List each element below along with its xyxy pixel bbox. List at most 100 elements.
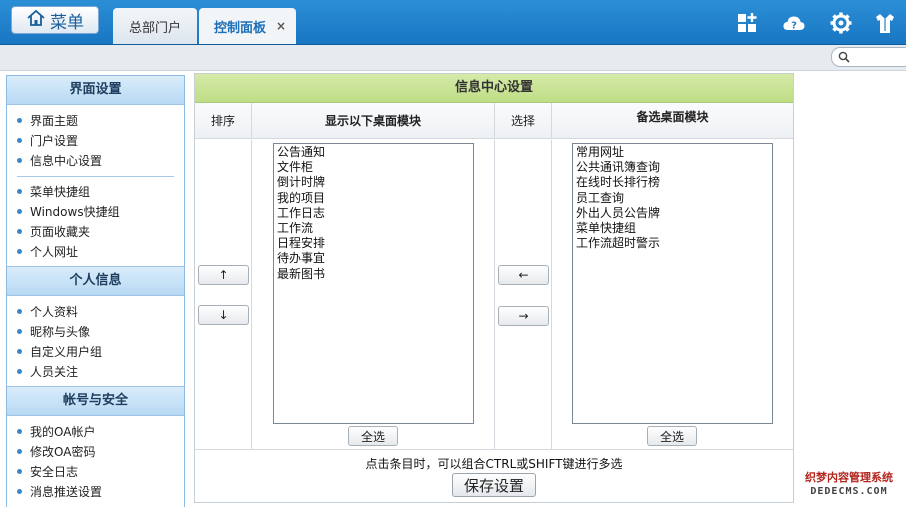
sidebar-section-account-security[interactable]: 帐号与安全 bbox=[7, 386, 184, 416]
sidebar-item-profile[interactable]: 个人资料 bbox=[7, 302, 184, 322]
choose-column: ← → bbox=[495, 140, 552, 450]
bullet-icon bbox=[17, 138, 22, 143]
bullet-icon bbox=[17, 118, 22, 123]
sidebar-item-nickname-avatar[interactable]: 昵称与头像 bbox=[7, 322, 184, 342]
sidebar: 界面设置 界面主题 门户设置 信息中心设置 菜单快捷组 Windows快捷组 页… bbox=[6, 75, 185, 507]
list-item[interactable]: 文件柜 bbox=[277, 160, 470, 175]
sidebar-item-oa-account[interactable]: 我的OA帐户 bbox=[7, 422, 184, 442]
multi-select-hint: 点击条目时，可以组合CTRL或SHIFT键进行多选 bbox=[365, 457, 623, 471]
tab-label: 总部门户 bbox=[128, 20, 181, 36]
sidebar-section-personal-info[interactable]: 个人信息 bbox=[7, 266, 184, 296]
list-item[interactable]: 最新图书 bbox=[277, 267, 470, 282]
menu-label: 菜单 bbox=[50, 12, 84, 33]
sidebar-item-personal-url[interactable]: 个人网址 bbox=[7, 242, 184, 262]
bullet-icon bbox=[17, 329, 22, 334]
help-cloud-icon[interactable]: ? bbox=[782, 11, 806, 35]
list-item[interactable]: 倒计时牌 bbox=[277, 175, 470, 190]
sidebar-item-security-log[interactable]: 安全日志 bbox=[7, 462, 184, 482]
shown-modules-column: 公告通知 文件柜 倒计时牌 我的项目 工作日志 工作流 日程安排 待办事宜 最新… bbox=[252, 140, 495, 450]
column-header-available-modules: 备选桌面模块 bbox=[552, 103, 793, 139]
sidebar-item-label: 人员关注 bbox=[30, 365, 79, 379]
close-icon[interactable]: × bbox=[276, 19, 286, 33]
watermark-line2: DEDECMS.COM bbox=[810, 486, 888, 497]
bullet-icon bbox=[17, 249, 22, 254]
select-all-shown-button[interactable]: 全选 bbox=[348, 426, 398, 446]
sidebar-section-interface[interactable]: 界面设置 bbox=[7, 76, 184, 105]
sidebar-item-label: 信息中心设置 bbox=[30, 154, 103, 168]
sidebar-group: 个人资料 昵称与头像 自定义用户组 人员关注 bbox=[7, 296, 184, 386]
list-item[interactable]: 工作流超时警示 bbox=[576, 236, 769, 251]
sidebar-item-favorites[interactable]: 页面收藏夹 bbox=[7, 222, 184, 242]
select-all-available-button[interactable]: 全选 bbox=[647, 426, 697, 446]
tab-headquarters-portal[interactable]: 总部门户 bbox=[113, 8, 197, 44]
tab-control-panel[interactable]: 控制面板 × bbox=[199, 8, 296, 44]
bullet-icon bbox=[17, 309, 22, 314]
sidebar-item-label: 自定义用户组 bbox=[30, 345, 103, 359]
available-modules-listbox[interactable]: 常用网址 公共通讯簿查询 在线时长排行榜 员工查询 外出人员公告牌 菜单快捷组 … bbox=[572, 143, 773, 424]
sidebar-item-theme[interactable]: 界面主题 bbox=[7, 111, 184, 131]
sidebar-item-label: 页面收藏夹 bbox=[30, 225, 91, 239]
sidebar-item-label: 昵称与头像 bbox=[30, 325, 91, 339]
column-header-sort: 排序 bbox=[195, 103, 252, 139]
bullet-icon bbox=[17, 209, 22, 214]
search-icon bbox=[838, 51, 850, 63]
column-header-choose: 选择 bbox=[495, 103, 552, 139]
settings-gear-icon[interactable] bbox=[829, 11, 853, 35]
sidebar-item-label: 门户设置 bbox=[30, 134, 79, 148]
top-bar: 菜单 总部门户 控制面板 × ? bbox=[0, 0, 906, 45]
list-item[interactable]: 菜单快捷组 bbox=[576, 221, 769, 236]
move-down-button[interactable]: ↓ bbox=[198, 305, 249, 325]
bullet-icon bbox=[17, 469, 22, 474]
list-item[interactable]: 员工查询 bbox=[576, 191, 769, 206]
list-item[interactable]: 外出人员公告牌 bbox=[576, 206, 769, 221]
move-up-button[interactable]: ↑ bbox=[198, 265, 249, 285]
sidebar-item-portal[interactable]: 门户设置 bbox=[7, 131, 184, 151]
sidebar-item-label: 个人资料 bbox=[30, 305, 79, 319]
bullet-icon bbox=[17, 489, 22, 494]
available-modules-column: 常用网址 公共通讯簿查询 在线时长排行榜 员工查询 外出人员公告牌 菜单快捷组 … bbox=[552, 140, 793, 450]
menu-button[interactable]: 菜单 bbox=[11, 6, 99, 34]
list-item[interactable]: 待办事宜 bbox=[277, 251, 470, 266]
bullet-icon bbox=[17, 189, 22, 194]
move-left-button[interactable]: ← bbox=[498, 265, 549, 285]
bullet-icon bbox=[17, 229, 22, 234]
list-item[interactable]: 日程安排 bbox=[277, 236, 470, 251]
sidebar-item-follow[interactable]: 人员关注 bbox=[7, 362, 184, 382]
tab-label: 控制面板 bbox=[214, 20, 267, 36]
list-item[interactable]: 工作流 bbox=[277, 221, 470, 236]
sidebar-item-label: Windows快捷组 bbox=[30, 205, 120, 219]
column-header-shown-modules: 显示以下桌面模块 bbox=[252, 103, 495, 139]
save-settings-button[interactable]: 保存设置 bbox=[452, 473, 536, 497]
sidebar-item-user-groups[interactable]: 自定义用户组 bbox=[7, 342, 184, 362]
add-module-icon[interactable] bbox=[736, 11, 760, 35]
list-item[interactable]: 工作日志 bbox=[277, 206, 470, 221]
toolbar-strip bbox=[0, 45, 906, 71]
sidebar-item-info-center[interactable]: 信息中心设置 bbox=[7, 151, 184, 171]
list-item[interactable]: 在线时长排行榜 bbox=[576, 175, 769, 190]
search-input[interactable] bbox=[831, 47, 906, 67]
sidebar-item-push-settings[interactable]: 消息推送设置 bbox=[7, 482, 184, 502]
bullet-icon bbox=[17, 349, 22, 354]
sidebar-item-change-password[interactable]: 修改OA密码 bbox=[7, 442, 184, 462]
bullet-icon bbox=[17, 158, 22, 163]
sidebar-item-label: 界面主题 bbox=[30, 114, 79, 128]
sidebar-item-menu-shortcuts[interactable]: 菜单快捷组 bbox=[7, 182, 184, 202]
sidebar-group: 我的OA帐户 修改OA密码 安全日志 消息推送设置 bbox=[7, 416, 184, 506]
move-right-button[interactable]: → bbox=[498, 306, 549, 326]
svg-text:?: ? bbox=[791, 21, 797, 32]
home-icon bbox=[26, 8, 46, 33]
user-shirt-icon[interactable] bbox=[873, 11, 897, 35]
list-item[interactable]: 公共通讯簿查询 bbox=[576, 160, 769, 175]
watermark: 织梦内容管理系统 DEDECMS.COM bbox=[796, 471, 902, 501]
sidebar-item-label: 我的OA帐户 bbox=[30, 425, 96, 439]
list-item[interactable]: 公告通知 bbox=[277, 145, 470, 160]
sidebar-item-windows-shortcuts[interactable]: Windows快捷组 bbox=[7, 202, 184, 222]
list-item[interactable]: 我的项目 bbox=[277, 191, 470, 206]
sidebar-item-label: 修改OA密码 bbox=[30, 445, 96, 459]
sort-column: ↑ ↓ bbox=[195, 140, 252, 450]
shown-modules-listbox[interactable]: 公告通知 文件柜 倒计时牌 我的项目 工作日志 工作流 日程安排 待办事宜 最新… bbox=[273, 143, 474, 424]
list-item[interactable]: 常用网址 bbox=[576, 145, 769, 160]
bullet-icon bbox=[17, 369, 22, 374]
bullet-icon bbox=[17, 449, 22, 454]
sidebar-item-label: 消息推送设置 bbox=[30, 485, 103, 499]
